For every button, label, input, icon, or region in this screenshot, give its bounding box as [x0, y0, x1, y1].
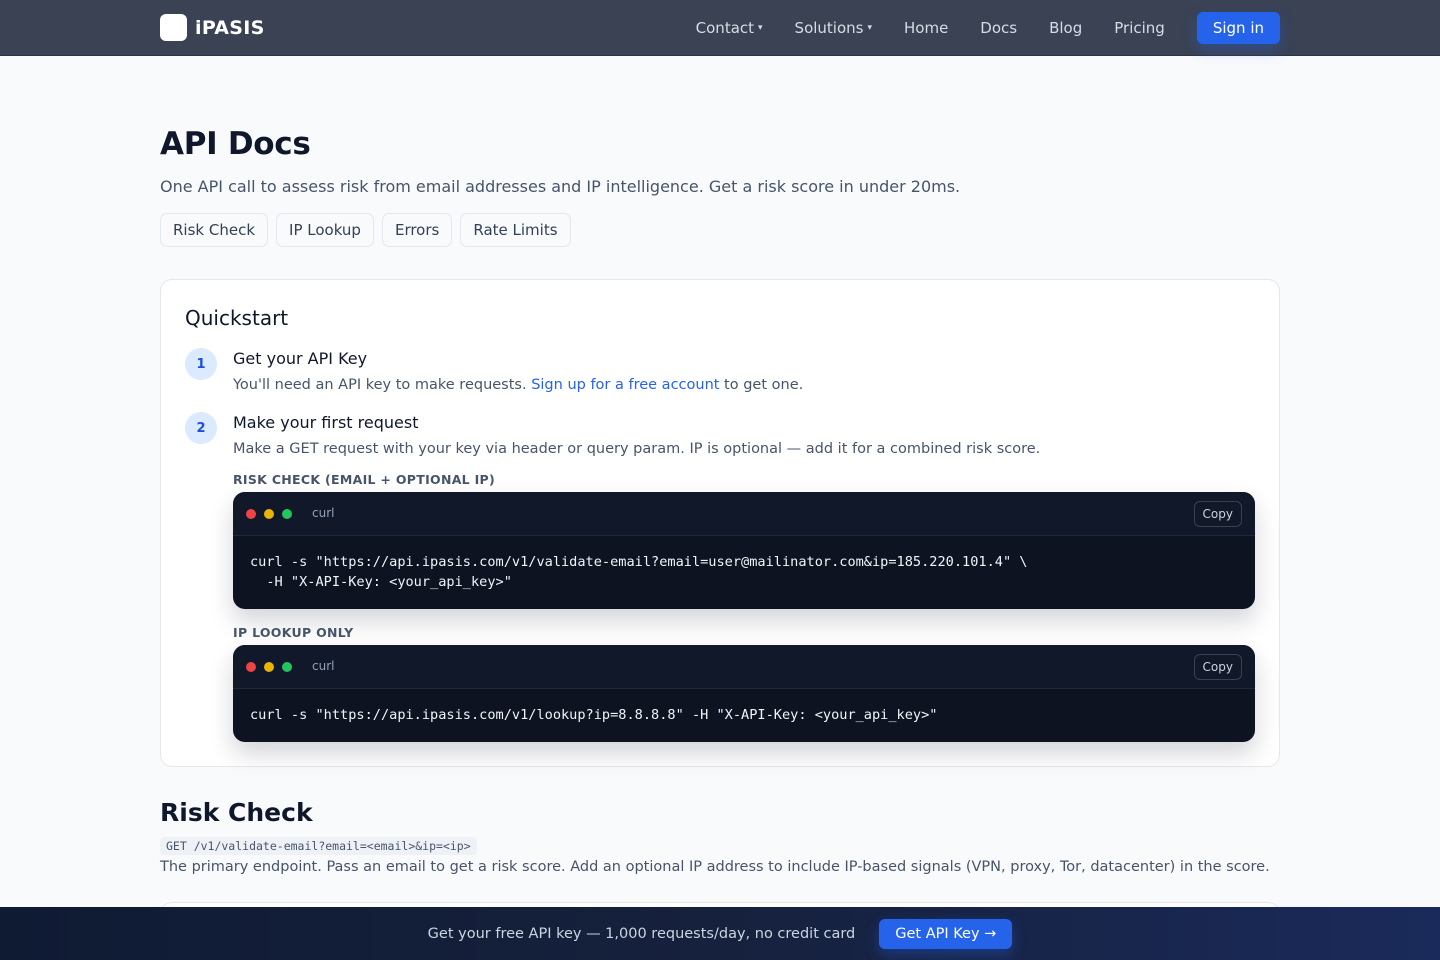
- step-description-text: to get one.: [719, 377, 804, 393]
- brand-logo-icon: [160, 14, 187, 41]
- window-dot-red-icon: [246, 662, 256, 672]
- nav-item-label: Contact: [695, 19, 755, 37]
- page-subtitle: One API call to assess risk from email a…: [160, 177, 961, 196]
- chevron-down-icon: ▾: [758, 23, 763, 33]
- window-dot-green-icon: [282, 509, 292, 519]
- step-description: You'll need an API key to make requests.…: [233, 377, 803, 393]
- nav-item-label: Home: [904, 19, 949, 37]
- nav-item-label: Docs: [980, 19, 1018, 37]
- code-content[interactable]: curl -s "https://api.ipasis.com/v1/looku…: [233, 689, 1255, 741]
- step-title: Get your API Key: [233, 349, 368, 368]
- code-block-header: curl Copy: [233, 645, 1255, 689]
- window-dot-yellow-icon: [264, 662, 274, 672]
- window-dot-yellow-icon: [264, 509, 274, 519]
- page-title: API Docs: [160, 126, 311, 162]
- copy-button[interactable]: Copy: [1193, 654, 1242, 680]
- code-block-ip-lookup: curl Copy curl -s "https://api.ipasis.co…: [233, 645, 1255, 742]
- step-number-badge: 1: [185, 348, 217, 380]
- nav-item-docs[interactable]: Docs: [980, 19, 1017, 37]
- nav-item-blog[interactable]: Blog: [1049, 19, 1082, 37]
- nav-item-home[interactable]: Home: [904, 19, 948, 37]
- pill-rate-limits[interactable]: Rate Limits: [460, 213, 571, 247]
- window-dot-green-icon: [282, 662, 292, 672]
- get-api-key-button[interactable]: Get API Key →: [879, 918, 1013, 949]
- pill-risk-check[interactable]: Risk Check: [160, 213, 269, 247]
- copy-button[interactable]: Copy: [1193, 501, 1242, 527]
- nav-item-pricing[interactable]: Pricing: [1114, 19, 1165, 37]
- code-language-label: curl: [312, 659, 335, 673]
- window-dot-red-icon: [246, 509, 256, 519]
- section-description: The primary endpoint. Pass an email to g…: [160, 859, 1270, 875]
- signup-link[interactable]: Sign up for a free account: [531, 377, 719, 393]
- brand[interactable]: iPASIS: [160, 14, 265, 41]
- nav-item-label: Pricing: [1114, 19, 1165, 37]
- quickstart-card: Quickstart 1 Get your API Key You'll nee…: [160, 279, 1280, 767]
- sign-in-button[interactable]: Sign in: [1196, 12, 1280, 44]
- step-description: Make a GET request with your key via hea…: [233, 441, 1041, 457]
- step-number-badge: 2: [185, 412, 217, 444]
- endpoint-path: GET /v1/validate-email?email=<email>&ip=…: [160, 837, 477, 855]
- section-pills: Risk Check IP Lookup Errors Rate Limits: [160, 213, 571, 247]
- quickstart-title: Quickstart: [185, 306, 289, 330]
- top-navigation-bar: iPASIS Contact ▾ Solutions ▾ Home Docs B…: [0, 0, 1440, 56]
- code-language-label: curl: [312, 506, 335, 520]
- nav-item-solutions[interactable]: Solutions ▾: [795, 19, 872, 37]
- step-description-text: You'll need an API key to make requests.: [233, 377, 532, 393]
- nav-item-label: Solutions: [794, 19, 864, 37]
- code-block-header: curl Copy: [233, 492, 1255, 536]
- brand-name: iPASIS: [195, 16, 265, 39]
- step-title: Make your first request: [233, 413, 419, 432]
- section-title-risk-check: Risk Check: [160, 798, 313, 827]
- nav-item-label: Blog: [1049, 19, 1083, 37]
- banner-text: Get your free API key — 1,000 requests/d…: [427, 925, 856, 942]
- nav-item-contact[interactable]: Contact ▾: [696, 19, 763, 37]
- signup-banner: Get your free API key — 1,000 requests/d…: [0, 907, 1440, 960]
- pill-ip-lookup[interactable]: IP Lookup: [276, 213, 374, 247]
- code-block-risk-check: curl Copy curl -s "https://api.ipasis.co…: [233, 492, 1255, 609]
- code-content[interactable]: curl -s "https://api.ipasis.com/v1/valid…: [233, 536, 1255, 608]
- code-block-label: RISK CHECK (EMAIL + OPTIONAL IP): [233, 472, 496, 487]
- code-block-label: IP LOOKUP ONLY: [233, 625, 354, 640]
- pill-errors[interactable]: Errors: [381, 213, 453, 247]
- chevron-down-icon: ▾: [867, 23, 872, 33]
- main-nav: Contact ▾ Solutions ▾ Home Docs Blog Pri…: [664, 0, 1280, 56]
